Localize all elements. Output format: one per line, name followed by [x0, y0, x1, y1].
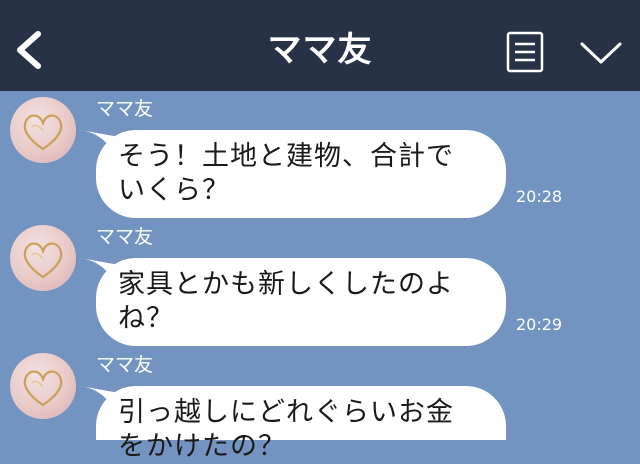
sender-name: ママ友	[96, 98, 154, 120]
message-bubble: 家具とかも新しくしたのよ ね？	[96, 258, 506, 346]
heart-avatar-icon	[23, 242, 63, 279]
heart-avatar-icon	[23, 114, 63, 151]
heart-avatar-icon	[23, 370, 63, 407]
sender-name: ママ友	[96, 226, 154, 248]
avatar[interactable]	[10, 97, 76, 163]
menu-icon	[506, 31, 544, 73]
chat-title: ママ友	[267, 30, 373, 70]
message-bubble: そう！土地と建物、合計で いくら？	[96, 130, 506, 218]
avatar[interactable]	[10, 225, 76, 291]
avatar[interactable]	[10, 353, 76, 419]
chat-header: ママ友	[0, 0, 640, 91]
menu-button[interactable]	[506, 31, 544, 73]
dropdown-button[interactable]	[578, 36, 624, 70]
message-time: 20:29	[516, 315, 563, 334]
sender-name: ママ友	[96, 354, 154, 376]
message-bubble: 引っ越しにどれぐらいお金 をかけたの？	[96, 386, 506, 462]
message-time: 20:28	[516, 187, 563, 206]
chevron-down-icon	[580, 42, 622, 64]
